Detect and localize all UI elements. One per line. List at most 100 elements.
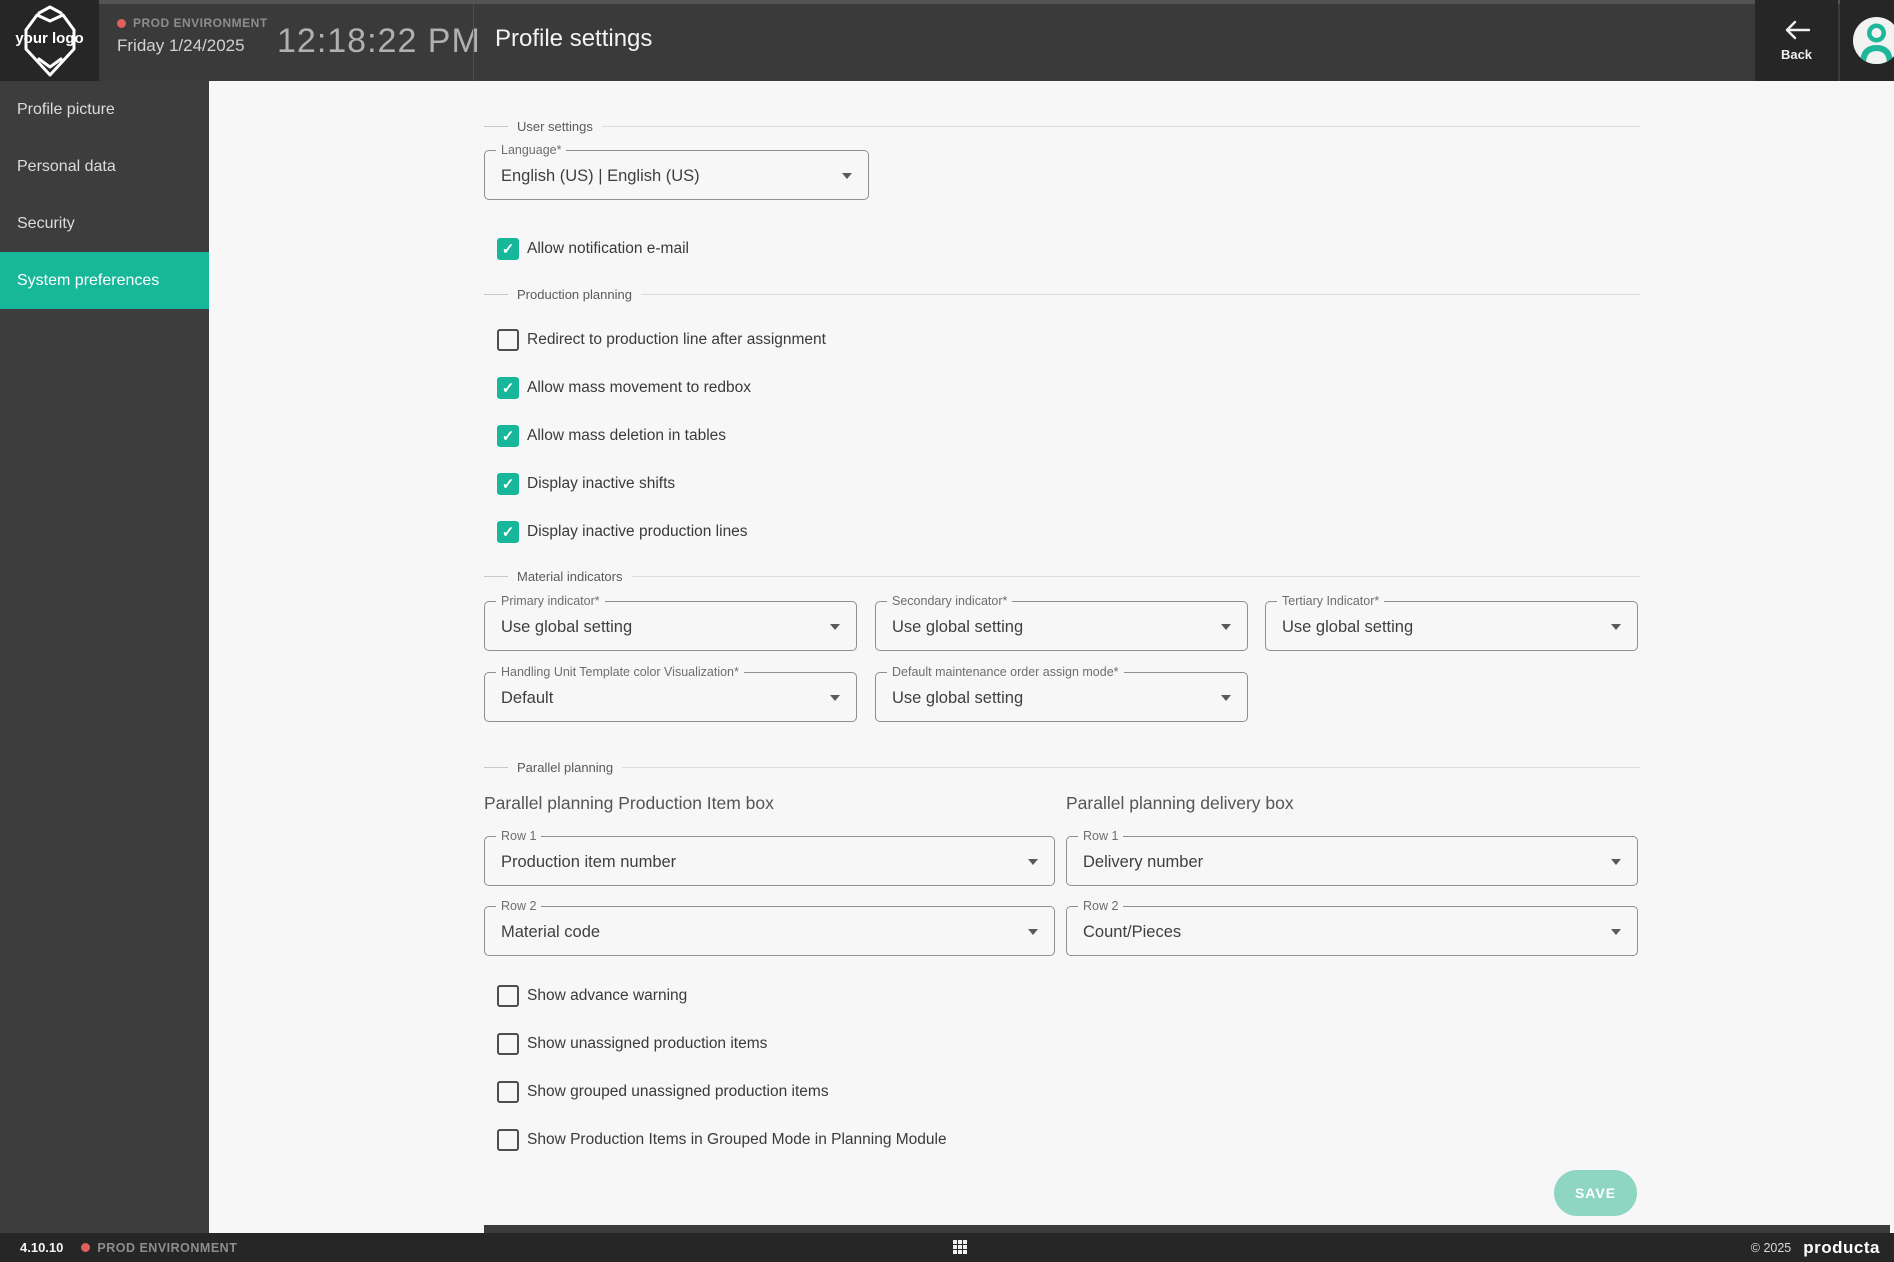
checkbox-label: Show grouped unassigned production items (527, 1083, 829, 1101)
field-label: Primary indicator* (496, 594, 605, 608)
checkbox-icon: ✓ (497, 985, 519, 1007)
checkbox-label: Show advance warning (527, 987, 687, 1005)
delivery-box-heading: Parallel planning delivery box (1066, 793, 1294, 814)
section-production-planning: Production planning (484, 286, 1640, 302)
sidebar-item-security[interactable]: Security (0, 195, 209, 252)
chevron-down-icon (1221, 624, 1231, 630)
field-value: Use global setting (892, 618, 1023, 637)
environment-dot-icon (117, 19, 126, 28)
settings-sidebar: Profile picture Personal data Security S… (0, 81, 209, 1233)
chevron-down-icon (1611, 929, 1621, 935)
checkbox-label: Display inactive shifts (527, 475, 675, 493)
app-header: your logo PROD ENVIRONMENT Friday 1/24/2… (0, 0, 1894, 81)
checkbox-label: Allow mass movement to redbox (527, 379, 751, 397)
field-label: Default maintenance order assign mode* (887, 665, 1124, 679)
checkbox-icon: ✓ (497, 238, 519, 260)
field-label: Row 2 (496, 899, 541, 913)
current-time: 12:18:22 PM (277, 22, 481, 61)
section-title: Parallel planning (517, 760, 613, 775)
checkbox-label: Allow mass deletion in tables (527, 427, 726, 445)
environment-dot-icon (81, 1243, 90, 1252)
horizontal-scrollbar[interactable] (484, 1225, 1890, 1233)
logo-text: your logo (7, 30, 93, 47)
app-logo[interactable]: your logo (0, 0, 99, 81)
checkbox-show-advance-warning[interactable]: ✓ Show advance warning (497, 985, 687, 1007)
checkbox-icon: ✓ (497, 473, 519, 495)
delivery-box-row1-select[interactable]: Row 1 Delivery number (1066, 836, 1638, 886)
avatar-section[interactable] (1840, 0, 1894, 81)
checkbox-icon: ✓ (497, 521, 519, 543)
field-value: Material code (501, 923, 600, 942)
field-label: Tertiary Indicator* (1277, 594, 1384, 608)
sidebar-item-system-preferences[interactable]: System preferences (0, 252, 209, 309)
checkbox-icon: ✓ (497, 377, 519, 399)
chevron-down-icon (830, 624, 840, 630)
checkbox-label: Show Production Items in Grouped Mode in… (527, 1131, 947, 1149)
checkbox-show-unassigned-production-items[interactable]: ✓ Show unassigned production items (497, 1033, 767, 1055)
checkbox-label: Allow notification e-mail (527, 240, 689, 258)
environment-label: PROD ENVIRONMENT (97, 1241, 237, 1255)
language-select[interactable]: Language* English (US) | English (US) (484, 150, 869, 200)
back-button-label: Back (1781, 47, 1812, 62)
current-date: Friday 1/24/2025 (117, 36, 268, 56)
chevron-down-icon (1028, 929, 1038, 935)
save-button[interactable]: SAVE (1554, 1170, 1637, 1216)
app-version: 4.10.10 (20, 1240, 63, 1255)
maintenance-order-assign-mode-select[interactable]: Default maintenance order assign mode* U… (875, 672, 1248, 722)
section-title: Material indicators (517, 569, 623, 584)
checkbox-label: Redirect to production line after assign… (527, 331, 826, 349)
chevron-down-icon (830, 695, 840, 701)
checkbox-display-inactive-production-lines[interactable]: ✓ Display inactive production lines (497, 521, 748, 543)
field-label: Language* (496, 143, 566, 157)
field-label: Row 1 (1078, 829, 1123, 843)
environment-label: PROD ENVIRONMENT (133, 16, 268, 30)
checkbox-icon: ✓ (497, 1081, 519, 1103)
sidebar-item-label: Security (17, 215, 75, 233)
checkbox-mass-deletion-tables[interactable]: ✓ Allow mass deletion in tables (497, 425, 726, 447)
checkbox-icon: ✓ (497, 1129, 519, 1151)
checkbox-allow-notification-email[interactable]: ✓ Allow notification e-mail (497, 238, 689, 260)
environment-block: PROD ENVIRONMENT Friday 1/24/2025 (117, 16, 268, 56)
production-box-row2-select[interactable]: Row 2 Material code (484, 906, 1055, 956)
brand-logo: producta (1803, 1238, 1880, 1258)
footer-environment: PROD ENVIRONMENT (81, 1241, 237, 1255)
section-material-indicators: Material indicators (484, 568, 1640, 584)
checkbox-mass-movement-redbox[interactable]: ✓ Allow mass movement to redbox (497, 377, 751, 399)
section-user-settings: User settings (484, 118, 1640, 134)
checkbox-label: Display inactive production lines (527, 523, 748, 541)
copyright: © 2025 (1751, 1241, 1792, 1255)
field-label: Row 2 (1078, 899, 1123, 913)
field-value: Default (501, 689, 553, 708)
checkbox-label: Show unassigned production items (527, 1035, 767, 1053)
checkbox-icon: ✓ (497, 1033, 519, 1055)
status-bar: 4.10.10 PROD ENVIRONMENT © 2025 producta (0, 1233, 1894, 1262)
apps-grid-icon[interactable] (953, 1240, 968, 1255)
field-value: Use global setting (501, 618, 632, 637)
production-item-box-heading: Parallel planning Production Item box (484, 793, 774, 814)
field-label: Row 1 (496, 829, 541, 843)
field-value: Count/Pieces (1083, 923, 1181, 942)
field-value: Use global setting (892, 689, 1023, 708)
checkbox-icon: ✓ (497, 425, 519, 447)
section-parallel-planning: Parallel planning (484, 759, 1640, 775)
header-top-strip (99, 0, 1894, 4)
sidebar-item-personal-data[interactable]: Personal data (0, 138, 209, 195)
sidebar-item-label: Personal data (17, 158, 116, 176)
tertiary-indicator-select[interactable]: Tertiary Indicator* Use global setting (1265, 601, 1638, 651)
primary-indicator-select[interactable]: Primary indicator* Use global setting (484, 601, 857, 651)
chevron-down-icon (842, 173, 852, 179)
field-label: Handling Unit Template color Visualizati… (496, 665, 744, 679)
sidebar-item-profile-picture[interactable]: Profile picture (0, 81, 209, 138)
secondary-indicator-select[interactable]: Secondary indicator* Use global setting (875, 601, 1248, 651)
back-button[interactable]: Back (1755, 0, 1838, 81)
field-value: Production item number (501, 853, 676, 872)
checkbox-display-inactive-shifts[interactable]: ✓ Display inactive shifts (497, 473, 675, 495)
sidebar-item-label: Profile picture (17, 101, 115, 119)
checkbox-show-production-items-grouped-mode[interactable]: ✓ Show Production Items in Grouped Mode … (497, 1129, 947, 1151)
delivery-box-row2-select[interactable]: Row 2 Count/Pieces (1066, 906, 1638, 956)
checkbox-show-grouped-unassigned-production-items[interactable]: ✓ Show grouped unassigned production ite… (497, 1081, 829, 1103)
back-arrow-icon (1782, 19, 1812, 41)
handling-unit-color-select[interactable]: Handling Unit Template color Visualizati… (484, 672, 857, 722)
production-box-row1-select[interactable]: Row 1 Production item number (484, 836, 1055, 886)
checkbox-redirect-production-line[interactable]: ✓ Redirect to production line after assi… (497, 329, 826, 351)
